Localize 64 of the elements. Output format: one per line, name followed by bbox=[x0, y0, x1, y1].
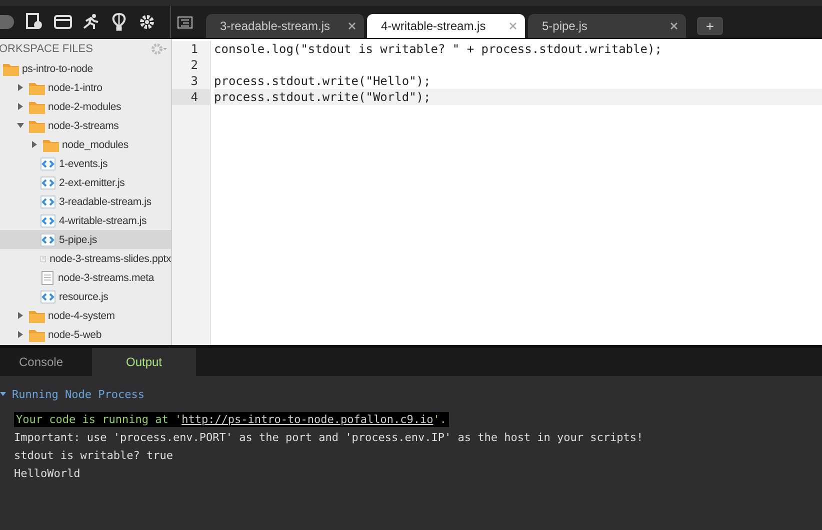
line-number: 4 bbox=[172, 89, 210, 105]
output-line: stdout is writable? true bbox=[14, 448, 174, 464]
code-file-icon bbox=[40, 232, 56, 246]
file-tree-item[interactable]: node-1-intro bbox=[0, 78, 171, 97]
file-tree-item[interactable]: 3-readable-stream.js bbox=[0, 192, 171, 211]
code-editor[interactable]: 1 2 3 4 console.log("stdout is writable? " + process.stdout.writable); process.stdout.write("Hello"); process.stdout.write("World"); bbox=[172, 39, 822, 345]
file-tree-item[interactable]: ps-intro-to-node bbox=[0, 59, 171, 78]
editor-tab[interactable]: 5-pipe.js bbox=[528, 14, 686, 38]
code-line: console.log("stdout is writable? " + process.stdout.writable); bbox=[214, 42, 662, 56]
folder-icon bbox=[29, 328, 45, 342]
collapsed-arrow-icon[interactable] bbox=[17, 103, 24, 110]
file-tree-item[interactable]: node-5-web bbox=[0, 325, 171, 344]
line-number: 2 bbox=[190, 57, 199, 73]
new-tab-button[interactable]: + bbox=[697, 17, 723, 35]
output-line: Important: use 'process.env.PORT' as the port and 'process.env.IP' as the host in your scripts! bbox=[14, 430, 644, 446]
close-icon[interactable] bbox=[348, 22, 356, 30]
running-figure-icon[interactable] bbox=[82, 13, 100, 31]
code-file-icon bbox=[40, 194, 56, 208]
file-tree-item[interactable]: node-2-modules bbox=[0, 97, 171, 116]
panel-tab[interactable]: Console bbox=[0, 348, 82, 376]
file-tree-item[interactable]: 2-ext-emitter.js bbox=[0, 173, 171, 192]
folder-icon bbox=[29, 118, 45, 132]
code-line: process.stdout.write("World"); bbox=[214, 90, 431, 104]
document-icon[interactable] bbox=[26, 13, 44, 31]
folder-icon bbox=[43, 138, 59, 152]
collapsed-arrow-icon[interactable] bbox=[31, 141, 38, 148]
url-link[interactable]: http://ps-intro-to-node.pofallon.c9.io bbox=[182, 412, 434, 426]
line-number: 3 bbox=[190, 73, 199, 89]
toggle-icon[interactable] bbox=[0, 15, 14, 29]
editor-tab[interactable]: 3-readable-stream.js bbox=[206, 14, 364, 38]
collapsed-arrow-icon[interactable] bbox=[17, 312, 24, 319]
section-title: Running Node Process bbox=[12, 388, 144, 400]
code-file-icon bbox=[40, 290, 56, 304]
file-tree-item[interactable]: resource.js bbox=[0, 287, 171, 306]
file-tree-item[interactable]: node-3-streams.meta bbox=[0, 268, 171, 287]
output-line: HelloWorld bbox=[14, 466, 82, 482]
code-file-icon bbox=[40, 214, 56, 228]
window-icon[interactable] bbox=[54, 13, 72, 31]
collapsed-arrow-icon[interactable] bbox=[17, 84, 24, 91]
expanded-arrow-icon[interactable] bbox=[17, 122, 24, 129]
collapse-arrow-icon[interactable] bbox=[0, 391, 6, 397]
balloon-icon[interactable] bbox=[110, 13, 128, 31]
folder-icon bbox=[29, 100, 45, 114]
editor-tab[interactable]: 4-writable-stream.js bbox=[367, 14, 525, 38]
panel-tab[interactable]: Output bbox=[92, 348, 196, 376]
folder-icon bbox=[29, 308, 45, 322]
tab-list-icon[interactable] bbox=[177, 14, 193, 30]
folder-icon bbox=[29, 80, 45, 94]
file-tree-item[interactable]: node-4-system bbox=[0, 306, 171, 325]
file-tree-item[interactable]: node-3-streams-slides.pptx bbox=[0, 249, 171, 268]
code-file-icon bbox=[40, 176, 56, 190]
code-line: process.stdout.write("Hello"); bbox=[214, 74, 431, 88]
folder-icon bbox=[3, 62, 19, 76]
settings-icon[interactable] bbox=[138, 13, 156, 31]
file-tree-item[interactable]: 5-pipe.js bbox=[0, 230, 171, 249]
file-tree-item[interactable]: 4-writable-stream.js bbox=[0, 211, 171, 230]
code-file-icon bbox=[40, 156, 56, 170]
line-number: 1 bbox=[190, 41, 199, 57]
collapsed-arrow-icon[interactable] bbox=[17, 331, 24, 338]
close-icon[interactable] bbox=[670, 22, 678, 30]
file-tree-item[interactable]: node_modules bbox=[0, 135, 171, 154]
file-tree-item[interactable]: node-3-streams bbox=[0, 116, 171, 135]
file-tree-item[interactable]: 1-events.js bbox=[0, 154, 171, 173]
text-file-icon bbox=[40, 270, 55, 284]
